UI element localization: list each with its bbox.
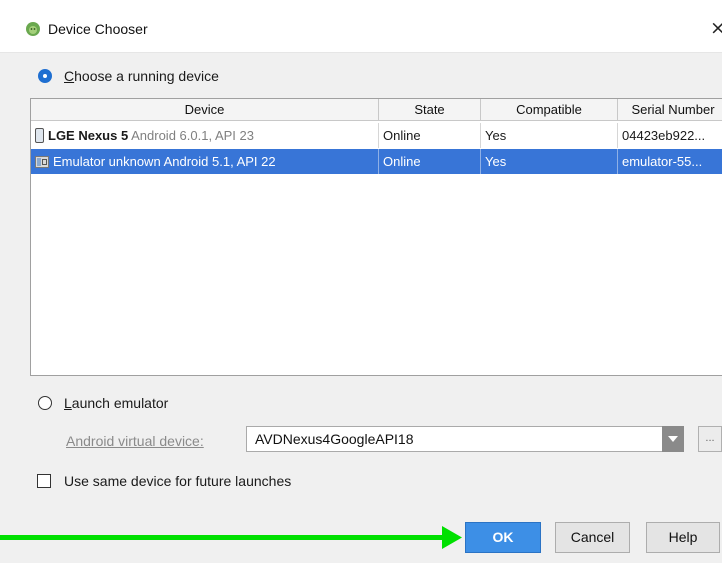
table-row-nexus-5[interactable]: LGE Nexus 5 Android 6.0.1, API 23 Online… [31, 123, 722, 148]
device-version: Android 5.1, API 22 [163, 154, 276, 169]
android-virtual-device-label: Android virtual device: [66, 433, 204, 449]
device-version: Android 6.0.1, API 23 [131, 128, 254, 143]
chevron-down-icon [668, 436, 678, 442]
device-name: LGE Nexus 5 [48, 128, 129, 143]
column-header-compatible[interactable]: Compatible [481, 99, 618, 120]
dialog-title: Device Chooser [48, 21, 148, 37]
emulator-icon [35, 155, 49, 168]
state-cell: Online [379, 123, 481, 148]
ok-button[interactable]: OK [465, 522, 541, 553]
choose-running-device-label[interactable]: Choose a running device [64, 68, 219, 84]
avd-browse-button[interactable]: ... [698, 426, 722, 452]
device-cell: Emulator unknown Android 5.1, API 22 [31, 149, 379, 174]
help-button[interactable]: Help [646, 522, 720, 553]
avd-select[interactable]: AVDNexus4GoogleAPI18 [246, 426, 684, 452]
title-bar: Device Chooser × [0, 0, 722, 53]
column-header-device[interactable]: Device [31, 99, 379, 120]
launch-emulator-radio[interactable] [38, 396, 52, 410]
close-icon[interactable]: × [710, 17, 722, 39]
annotation-arrow-line [0, 535, 448, 540]
arrow-right-icon [442, 526, 462, 549]
same-device-checkbox[interactable] [37, 474, 51, 488]
column-header-state[interactable]: State [379, 99, 481, 120]
serial-cell: emulator-55... [622, 154, 703, 169]
launch-emulator-label[interactable]: Launch emulator [64, 395, 168, 411]
choose-running-device-radio[interactable] [38, 69, 52, 83]
same-device-label[interactable]: Use same device for future launches [64, 473, 291, 489]
device-name: Emulator unknown [53, 154, 161, 169]
table-row-emulator[interactable]: Emulator unknown Android 5.1, API 22 Onl… [31, 149, 722, 174]
avd-dropdown-button[interactable] [662, 426, 684, 452]
device-cell: LGE Nexus 5 Android 6.0.1, API 23 [31, 123, 379, 148]
table-header: Device State Compatible Serial Number [31, 99, 722, 121]
device-table[interactable]: Device State Compatible Serial Number LG… [30, 98, 722, 376]
compatible-cell: Yes [481, 123, 618, 148]
serial-cell: 04423eb922... [622, 128, 706, 143]
column-header-serial-number[interactable]: Serial Number [618, 99, 722, 120]
state-cell: Online [379, 149, 481, 174]
compatible-cell: Yes [481, 149, 618, 174]
phone-icon [35, 128, 44, 144]
android-studio-icon [26, 22, 40, 36]
cancel-button[interactable]: Cancel [555, 522, 630, 553]
